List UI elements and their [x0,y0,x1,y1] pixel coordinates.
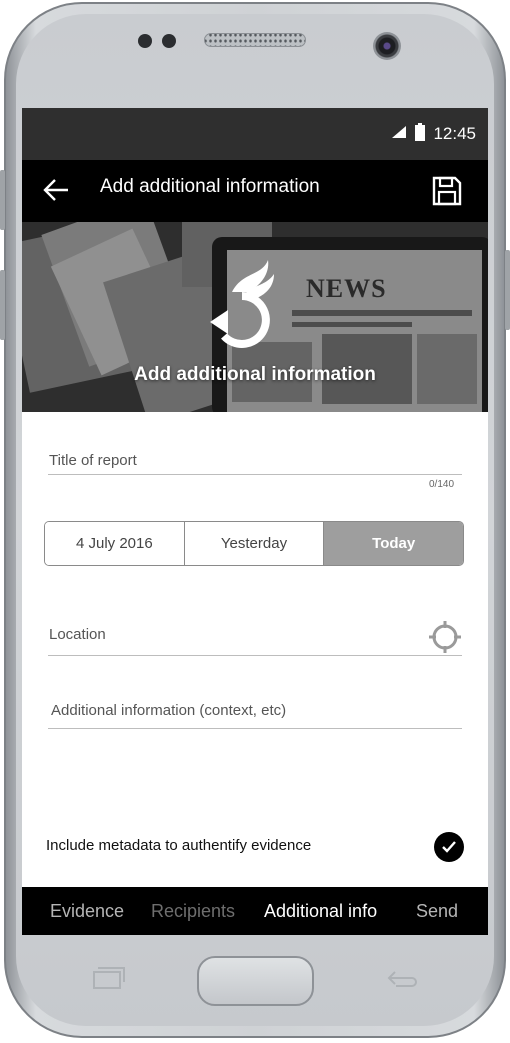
check-icon [442,841,456,853]
page-title: Add additional information [100,176,320,197]
step-navigation: Evidence Recipients Additional info Send [22,887,488,935]
crosshair-icon[interactable] [428,620,462,654]
bixby-button [0,270,5,340]
sensor-dot [162,34,176,48]
signal-icon [391,125,407,144]
title-input[interactable]: Title of report [49,452,137,469]
nav-step-recipients[interactable]: Recipients [151,901,235,922]
hero-title: Add additional information [134,364,376,385]
home-button[interactable] [197,956,314,1006]
metadata-checkbox[interactable] [434,832,464,862]
screen: 12:45 Add additional information NEWS Ad… [22,108,488,935]
title-underline [48,474,462,475]
additional-info-underline [48,728,462,729]
app-bar: Add additional information [22,160,488,222]
location-input[interactable]: Location [49,626,106,643]
battery-icon [415,122,426,146]
hardware-back-icon[interactable] [384,966,418,996]
metadata-label: Include metadata to authentify evidence [46,837,312,854]
nav-step-evidence[interactable]: Evidence [50,901,124,922]
date-selector: 4 July 2016 Yesterday Today [44,521,464,566]
additional-info-input[interactable]: Additional information (context, etc) [51,702,286,719]
nav-step-additional-info[interactable]: Additional info [264,901,377,922]
report-form: Title of report 0/140 4 July 2016 Yester… [22,412,488,935]
volume-button [0,170,5,230]
app-logo-icon [210,260,274,348]
location-underline [48,655,462,656]
nav-step-send[interactable]: Send [416,901,458,922]
status-bar: 12:45 [22,108,488,160]
date-option-4-july[interactable]: 4 July 2016 [45,522,185,565]
save-icon[interactable] [432,176,462,206]
date-option-yesterday[interactable]: Yesterday [184,522,325,565]
earpiece-speaker [204,33,306,47]
sensor-dot [138,34,152,48]
arrow-left-icon[interactable] [42,176,70,204]
news-headline: NEWS [306,274,387,303]
front-camera [373,32,401,60]
status-time: 12:45 [433,124,476,143]
title-char-counter: 0/140 [429,479,455,490]
recent-apps-icon[interactable] [92,966,126,996]
power-button [505,250,510,330]
date-option-today[interactable]: Today [324,522,463,565]
hero-banner: NEWS Add additional information [22,222,488,412]
